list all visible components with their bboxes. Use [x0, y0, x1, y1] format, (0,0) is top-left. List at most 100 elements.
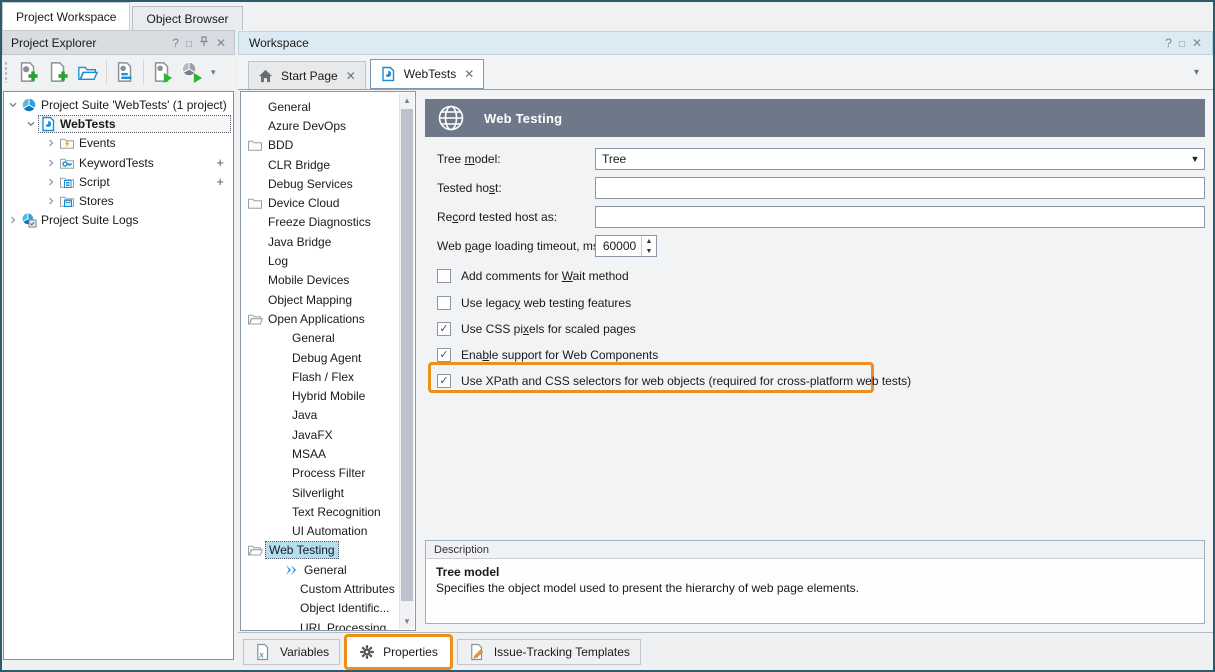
- tab-project-workspace[interactable]: Project Workspace: [2, 2, 130, 30]
- settings-item-label: Object Mapping: [265, 292, 355, 308]
- organize-tests-button[interactable]: [110, 57, 140, 87]
- checkbox[interactable]: [437, 296, 451, 310]
- settings-item-java-bridge[interactable]: Java Bridge: [241, 232, 415, 251]
- toolbar-more-dropdown-icon[interactable]: ▾: [211, 67, 216, 78]
- settings-item-label: General: [289, 330, 338, 346]
- settings-item-label: JavaFX: [289, 427, 336, 443]
- settings-item-general[interactable]: General: [241, 560, 415, 579]
- settings-item-object-identific-[interactable]: Object Identific...: [241, 599, 415, 618]
- chevron-right-icon[interactable]: [44, 196, 58, 206]
- chevron-down-icon[interactable]: [6, 100, 20, 110]
- settings-item-hybrid-mobile[interactable]: Hybrid Mobile: [241, 386, 415, 405]
- toolbar-grip-handle[interactable]: [4, 61, 9, 83]
- settings-item-label: Java Bridge: [265, 234, 334, 250]
- tab-object-browser[interactable]: Object Browser: [132, 6, 242, 30]
- chevron-right-icon[interactable]: [6, 215, 20, 225]
- scroll-down-icon[interactable]: ▼: [400, 614, 414, 629]
- checkbox[interactable]: ✓: [437, 374, 451, 388]
- field-1-inputbox: [595, 177, 1205, 199]
- web-testing-panel-header: Web Testing: [425, 99, 1205, 137]
- settings-item-device-cloud[interactable]: Device Cloud: [241, 193, 415, 212]
- help-icon[interactable]: ?: [165, 37, 179, 49]
- checkbox-label: Add comments for Wait method: [461, 269, 629, 283]
- run-project-button[interactable]: [147, 57, 177, 87]
- bottom-tab-properties[interactable]: Properties: [349, 639, 448, 665]
- add-project-suite-button[interactable]: [13, 57, 43, 87]
- settings-item-web-testing[interactable]: Web Testing: [241, 541, 415, 560]
- tree-item-stores[interactable]: Stores: [4, 191, 233, 210]
- tree-item-project-suite-webtests-1-project-[interactable]: Project Suite 'WebTests' (1 project): [4, 95, 233, 114]
- chevron-right-icon[interactable]: [44, 138, 58, 148]
- tree-item-script[interactable]: Script +: [4, 172, 233, 191]
- checkbox-label: Use legacy web testing features: [461, 296, 631, 310]
- run-project-suite-button[interactable]: [177, 57, 207, 87]
- settings-item-general[interactable]: General: [241, 329, 415, 348]
- testcomplete-window: { "window": { "main_tabs": [ {"label": "…: [0, 0, 1215, 672]
- settings-item-process-filter[interactable]: Process Filter: [241, 464, 415, 483]
- combobox-value: Tree: [596, 152, 1186, 166]
- close-icon[interactable]: ✕: [1185, 37, 1202, 49]
- settings-item-debug-services[interactable]: Debug Services: [241, 174, 415, 193]
- checkbox[interactable]: ✓: [437, 322, 451, 336]
- timeout-spinner[interactable]: 60000 ▲▼: [595, 235, 657, 257]
- add-item-plus-button[interactable]: +: [216, 174, 224, 189]
- doc-tab-webtests[interactable]: WebTests ✕: [370, 59, 485, 89]
- settings-item-log[interactable]: Log: [241, 251, 415, 270]
- scrollbar-thumb[interactable]: [401, 109, 413, 601]
- script-folder-icon: [59, 174, 75, 190]
- open-file-button[interactable]: [73, 57, 103, 87]
- maximize-icon[interactable]: □: [179, 40, 192, 50]
- settings-item-general[interactable]: General: [241, 97, 415, 116]
- settings-item-flash-flex[interactable]: Flash / Flex: [241, 367, 415, 386]
- settings-item-text-recognition[interactable]: Text Recognition: [241, 502, 415, 521]
- tree-item-keywordtests[interactable]: KeywordTests +: [4, 153, 233, 172]
- spin-down-icon[interactable]: ▼: [642, 246, 656, 256]
- scroll-up-icon[interactable]: ▲: [400, 93, 414, 108]
- settings-item-silverlight[interactable]: Silverlight: [241, 483, 415, 502]
- bottom-tab-variables[interactable]: xVariables: [243, 639, 340, 665]
- settings-item-mobile-devices[interactable]: Mobile Devices: [241, 271, 415, 290]
- tree-item-webtests[interactable]: WebTests: [4, 114, 233, 133]
- settings-item-url-processing[interactable]: URL Processing: [241, 618, 415, 631]
- spin-up-icon[interactable]: ▲: [642, 236, 656, 246]
- checkbox[interactable]: [437, 269, 451, 283]
- settings-item-msaa[interactable]: MSAA: [241, 444, 415, 463]
- help-icon[interactable]: ?: [1158, 37, 1172, 49]
- chevron-down-icon[interactable]: [24, 119, 38, 129]
- close-icon[interactable]: ✕: [209, 37, 226, 49]
- doc-tab-start-page[interactable]: Start Page ✕: [248, 61, 366, 89]
- tree-model-combobox[interactable]: Tree ▼: [595, 148, 1205, 170]
- settings-item-open-applications[interactable]: Open Applications: [241, 309, 415, 328]
- tree-item-label: Stores: [76, 193, 117, 209]
- settings-item-bdd[interactable]: BDD: [241, 136, 415, 155]
- text-input[interactable]: [596, 207, 1204, 227]
- settings-item-java[interactable]: Java: [241, 406, 415, 425]
- text-input[interactable]: [596, 178, 1204, 198]
- chevron-down-icon[interactable]: ▼: [1186, 154, 1204, 164]
- settings-item-javafx[interactable]: JavaFX: [241, 425, 415, 444]
- settings-item-custom-attributes[interactable]: Custom Attributes: [241, 579, 415, 598]
- settings-scrollbar[interactable]: ▲ ▼: [399, 93, 414, 629]
- chevron-right-icon[interactable]: [44, 177, 58, 187]
- settings-item-label: Custom Attributes: [297, 581, 398, 597]
- maximize-icon[interactable]: □: [1172, 40, 1185, 50]
- close-icon[interactable]: ✕: [464, 67, 474, 81]
- chevron-right-icon[interactable]: [44, 158, 58, 168]
- settings-item-debug-agent[interactable]: Debug Agent: [241, 348, 415, 367]
- settings-item-object-mapping[interactable]: Object Mapping: [241, 290, 415, 309]
- add-new-item-button[interactable]: [43, 57, 73, 87]
- settings-item-ui-automation[interactable]: UI Automation: [241, 522, 415, 541]
- settings-item-azure-devops[interactable]: Azure DevOps: [241, 116, 415, 135]
- add-item-plus-button[interactable]: +: [216, 155, 224, 170]
- checkbox[interactable]: ✓: [437, 348, 451, 362]
- tab-list-dropdown-icon[interactable]: ▾: [1194, 67, 1199, 78]
- tree-item-events[interactable]: Events: [4, 134, 233, 153]
- settings-item-clr-bridge[interactable]: CLR Bridge: [241, 155, 415, 174]
- close-icon[interactable]: ✕: [346, 69, 356, 83]
- pin-icon[interactable]: [192, 36, 209, 47]
- settings-item-freeze-diagnostics[interactable]: Freeze Diagnostics: [241, 213, 415, 232]
- arrow-right-icon: [285, 564, 298, 576]
- settings-item-label: Debug Services: [265, 176, 356, 192]
- bottom-tab-issue-tracking-templates[interactable]: Issue-Tracking Templates: [457, 639, 641, 665]
- tree-item-project-suite-logs[interactable]: Project Suite Logs: [4, 211, 233, 230]
